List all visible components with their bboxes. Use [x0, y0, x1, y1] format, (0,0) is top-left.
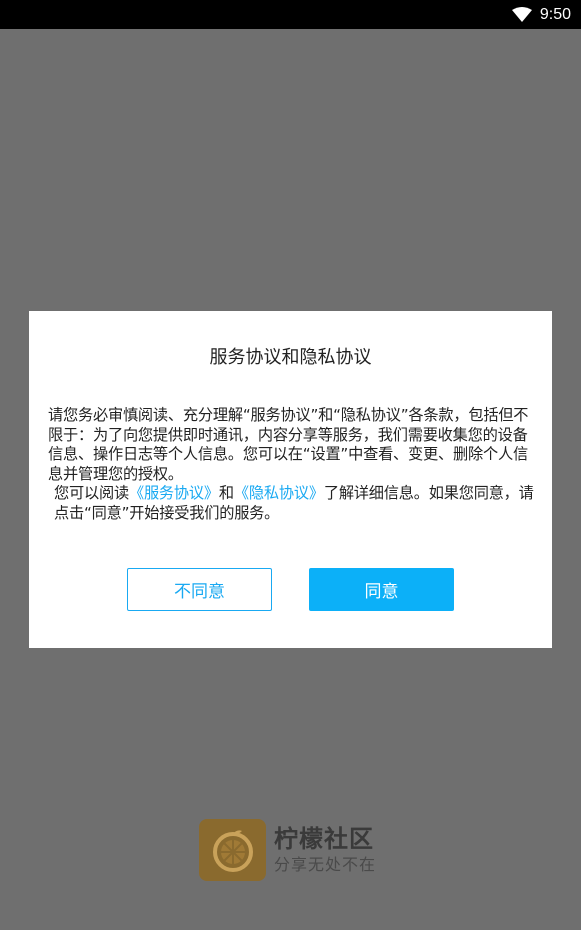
- wifi-icon: [511, 6, 532, 23]
- brand-footer: 柠檬社区 分享无处不在: [199, 819, 376, 881]
- privacy-agreement-link[interactable]: 《隐私协议》: [234, 484, 324, 502]
- clock: 9:50: [539, 5, 571, 23]
- brand-name: 柠檬社区: [274, 825, 374, 853]
- agree-button[interactable]: 同意: [309, 568, 454, 611]
- status-bar: 9:50: [0, 0, 581, 29]
- privacy-dialog: 服务协议和隐私协议 请您务必审慎阅读、充分理解“服务协议”和“隐私协议”各条款，…: [29, 311, 552, 648]
- dialog-title: 服务协议和隐私协议: [209, 347, 372, 368]
- service-agreement-link[interactable]: 《服务协议》: [129, 484, 219, 502]
- dialog-body: 请您务必审慎阅读、充分理解“服务协议”和“隐私协议”各条款，包括但不限于：为了向…: [48, 406, 534, 523]
- paragraph-2-prefix: 您可以阅读: [54, 484, 129, 502]
- disagree-button[interactable]: 不同意: [127, 568, 272, 611]
- dialog-paragraph-1: 请您务必审慎阅读、充分理解“服务协议”和“隐私协议”各条款，包括但不限于：为了向…: [48, 406, 529, 483]
- dialog-paragraph-2: 您可以阅读《服务协议》和《隐私协议》了解详细信息。如果您同意，请点击“同意”开始…: [48, 484, 534, 523]
- lemon-slice-icon: [199, 819, 266, 881]
- paragraph-2-and: 和: [218, 484, 234, 502]
- brand-text: 柠檬社区 分享无处不在: [274, 824, 376, 876]
- brand-slogan: 分享无处不在: [274, 855, 377, 874]
